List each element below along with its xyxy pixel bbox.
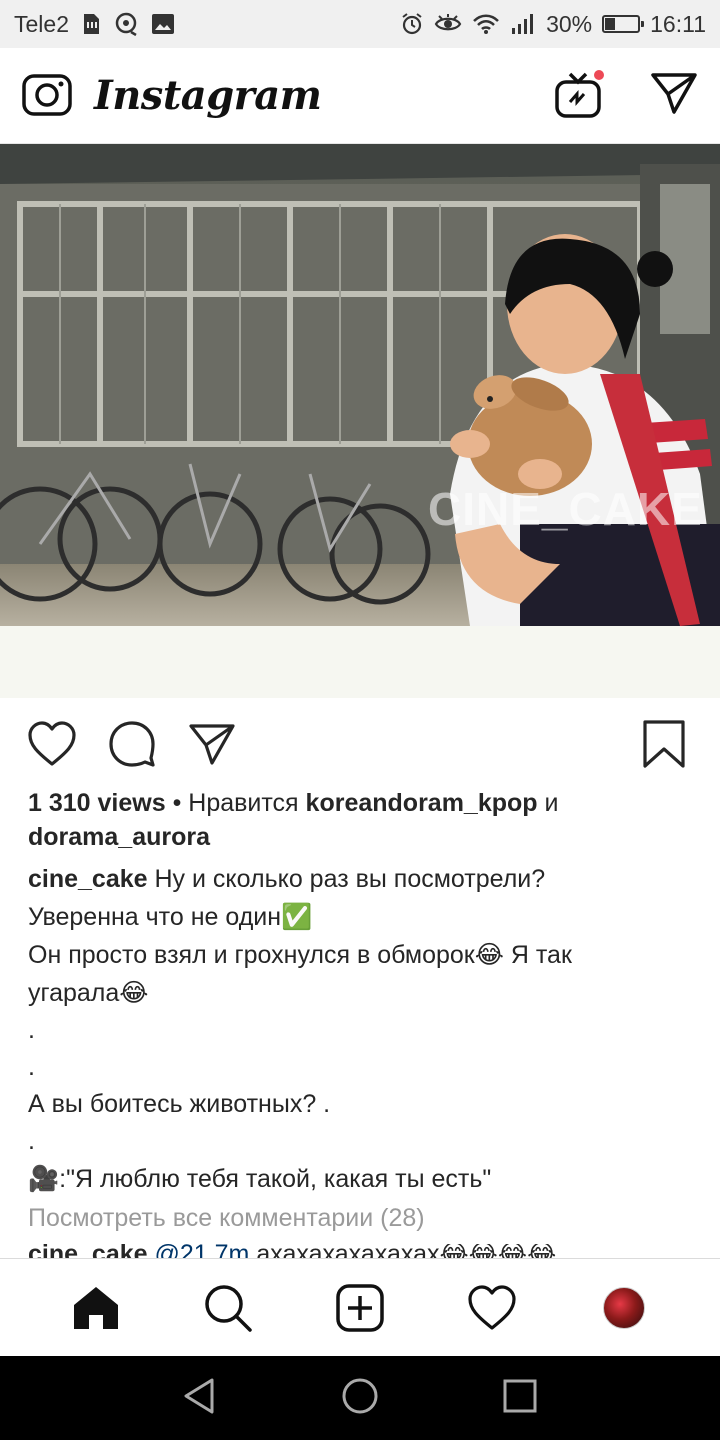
post-media[interactable]: CINE_CAKE <box>0 144 720 626</box>
caption-line-1: Ну и сколько раз вы посмотрели? <box>154 865 546 893</box>
alarm-icon <box>400 12 424 36</box>
system-nav-bar <box>0 1356 720 1440</box>
likes-and: и <box>544 789 559 817</box>
movie-camera-emoji: 🎥 <box>28 1164 60 1193</box>
battery-level <box>605 18 616 30</box>
nav-new-post[interactable] <box>330 1278 390 1338</box>
heart-icon <box>468 1284 516 1330</box>
save-button[interactable] <box>638 718 690 770</box>
igtv-icon <box>554 72 602 124</box>
nav-search[interactable] <box>198 1278 258 1338</box>
share-button[interactable] <box>186 718 238 770</box>
nav-activity[interactable] <box>462 1278 522 1338</box>
eye-icon <box>434 13 462 35</box>
caption-dot-3: . <box>28 1127 35 1155</box>
camera-icon[interactable] <box>22 70 72 121</box>
caption-line-3b: Я так <box>510 941 572 969</box>
direct-icon[interactable] <box>650 71 698 120</box>
likes-prefix: • Нравится <box>172 789 299 817</box>
comment-button[interactable] <box>106 718 158 770</box>
back-nav-button[interactable] <box>180 1376 220 1421</box>
comment-text: ахахахахахахах😂😂😂😂 <box>256 1244 557 1258</box>
home-icon <box>74 1286 118 1329</box>
caption-author[interactable]: cine_cake <box>28 865 148 893</box>
likes-line: 1 310 views • Нравится koreandoram_kpop … <box>28 786 688 854</box>
home-nav-button[interactable] <box>340 1376 380 1421</box>
caption-line-6: :"Я люблю тебя такой, какая ты есть" <box>59 1165 492 1193</box>
back-triangle-icon <box>184 1378 214 1413</box>
liked-by-user-2[interactable]: dorama_aurora <box>28 823 210 851</box>
carrier-label: Tele2 <box>14 10 69 37</box>
caption: cine_cake Ну и сколько раз вы посмотрели… <box>28 861 688 1198</box>
sim-icon <box>81 12 101 36</box>
post-actions <box>0 712 720 776</box>
direct-share-icon <box>189 724 235 765</box>
caption-dot-2: . <box>28 1053 35 1081</box>
nav-home[interactable] <box>66 1278 126 1338</box>
battery-icon <box>602 15 645 33</box>
image-icon <box>151 13 175 35</box>
comment-icon <box>109 721 155 767</box>
caption-dot-1: . <box>28 1016 35 1044</box>
bookmark-icon <box>643 720 685 768</box>
comment-preview[interactable]: cine_cake @21.7m ахахахахахахах😂😂😂😂 <box>28 1244 718 1258</box>
liked-by-user-1[interactable]: koreandoram_kpop <box>306 789 538 817</box>
views-count[interactable]: 1 310 views <box>28 789 166 817</box>
wifi-icon <box>472 13 500 35</box>
check-emoji: ✅ <box>281 902 313 931</box>
add-post-icon <box>336 1283 384 1332</box>
bottom-nav <box>0 1258 720 1356</box>
app-header: Instagram <box>0 48 720 144</box>
caption-line-3a: Он просто взял и грохнулся в обморок <box>28 941 475 969</box>
clock: 16:11 <box>650 10 706 37</box>
notification-dot <box>592 67 606 82</box>
caption-line-2: Уверенна что не один <box>28 903 282 931</box>
video-frame <box>0 144 720 626</box>
view-all-comments-link[interactable]: Посмотреть все комментарии (28) <box>28 1204 425 1233</box>
nav-profile[interactable] <box>594 1278 654 1338</box>
igtv-button[interactable] <box>554 67 606 120</box>
recents-square-icon <box>503 1379 537 1412</box>
heart-icon <box>28 721 76 766</box>
brand-logo: Instagram <box>94 72 322 119</box>
status-bar: Tele2 30% 16:11 <box>0 0 720 48</box>
caption-line-4: угарала <box>28 979 120 1007</box>
signal-icon <box>510 13 536 35</box>
sync-icon <box>113 12 139 36</box>
profile-avatar <box>603 1286 645 1329</box>
caption-line-5: А вы боитесь животных? . <box>28 1090 331 1118</box>
battery-percent: 30% <box>546 10 593 37</box>
search-icon <box>205 1284 252 1332</box>
like-button[interactable] <box>26 718 78 770</box>
video-watermark: CINE_CAKE <box>428 483 703 535</box>
recents-nav-button[interactable] <box>500 1376 540 1421</box>
comment-mention[interactable]: @21.7m <box>155 1244 250 1258</box>
laugh-emoji-1: 😂 <box>474 940 504 969</box>
laugh-emoji-2: 😂 <box>119 978 149 1007</box>
post-text: 1 310 views • Нравится koreandoram_kpop … <box>28 786 688 1198</box>
home-circle-icon <box>342 1378 378 1413</box>
comment-author[interactable]: cine_cake <box>28 1244 148 1258</box>
media-bottom-strip <box>0 626 720 698</box>
